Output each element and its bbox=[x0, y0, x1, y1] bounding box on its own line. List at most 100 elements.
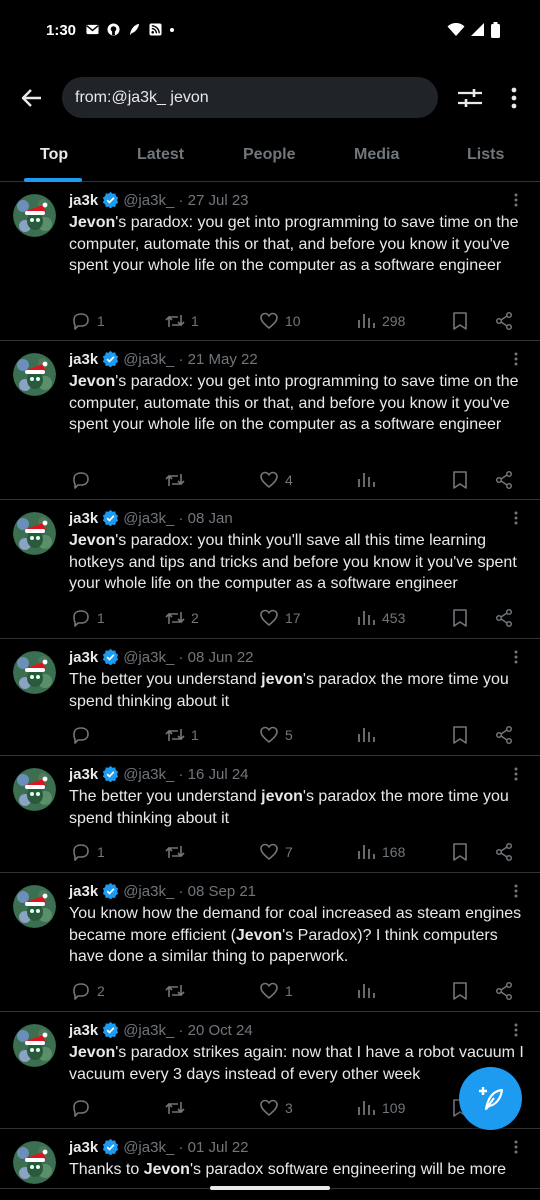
share-button[interactable] bbox=[494, 723, 514, 747]
author-name[interactable]: ja3k bbox=[69, 649, 98, 666]
avatar[interactable] bbox=[13, 194, 56, 237]
tweet-date[interactable]: · 08 Sep 21 bbox=[178, 883, 256, 900]
search-filters-button[interactable] bbox=[454, 82, 486, 114]
bookmark-button[interactable] bbox=[450, 468, 470, 492]
tweet-more-button[interactable] bbox=[508, 192, 524, 208]
author-handle[interactable]: @ja3k_ bbox=[123, 1022, 174, 1039]
reply-button[interactable] bbox=[71, 723, 97, 747]
author-name[interactable]: ja3k bbox=[69, 883, 98, 900]
tweet[interactable]: ja3k @ja3k_ · 20 Oct 24 Jevon's paradox st… bbox=[0, 1012, 540, 1129]
like-button[interactable]: 7 bbox=[259, 840, 293, 864]
views-button[interactable] bbox=[356, 468, 382, 492]
author-name[interactable]: ja3k bbox=[69, 510, 98, 527]
bookmark-button[interactable] bbox=[450, 309, 470, 333]
bookmark-button[interactable] bbox=[450, 723, 470, 747]
search-input[interactable]: from:@ja3k_ jevon bbox=[62, 77, 438, 118]
tweet-date[interactable]: · 16 Jul 24 bbox=[178, 766, 248, 783]
tweet[interactable]: ja3k @ja3k_ · 27 Jul 23 Jevon's paradox: y… bbox=[0, 182, 540, 341]
back-button[interactable] bbox=[16, 82, 48, 114]
tweet[interactable]: ja3k @ja3k_ · 21 May 22 Jevon's paradox: y… bbox=[0, 341, 540, 500]
bookmark-button[interactable] bbox=[450, 979, 470, 1003]
retweet-button[interactable]: 2 bbox=[165, 606, 199, 630]
share-button[interactable] bbox=[494, 606, 514, 630]
avatar[interactable] bbox=[13, 1141, 56, 1184]
reply-button[interactable]: 1 bbox=[71, 309, 105, 333]
like-button[interactable]: 10 bbox=[259, 309, 301, 333]
like-button[interactable]: 1 bbox=[259, 979, 293, 1003]
avatar[interactable] bbox=[13, 1024, 56, 1067]
tweet-date[interactable]: · 27 Jul 23 bbox=[178, 192, 248, 209]
reply-button[interactable]: 1 bbox=[71, 840, 105, 864]
bookmark-button[interactable] bbox=[450, 840, 470, 864]
author-handle[interactable]: @ja3k_ bbox=[123, 649, 174, 666]
tweet-date[interactable]: · 08 Jan bbox=[178, 510, 232, 527]
author-name[interactable]: ja3k bbox=[69, 192, 98, 209]
like-button[interactable]: 5 bbox=[259, 723, 293, 747]
reply-button[interactable]: 1 bbox=[71, 606, 105, 630]
author-name[interactable]: ja3k bbox=[69, 351, 98, 368]
share-button[interactable] bbox=[494, 309, 514, 333]
avatar[interactable] bbox=[13, 512, 56, 555]
author-name[interactable]: ja3k bbox=[69, 766, 98, 783]
tweet-date[interactable]: · 20 Oct 24 bbox=[178, 1022, 252, 1039]
retweet-button[interactable] bbox=[165, 979, 191, 1003]
retweet-button[interactable] bbox=[165, 468, 191, 492]
tweet-date[interactable]: · 08 Jun 22 bbox=[178, 649, 253, 666]
views-button[interactable]: 168 bbox=[356, 840, 405, 864]
author-handle[interactable]: @ja3k_ bbox=[123, 192, 174, 209]
like-button[interactable]: 3 bbox=[259, 1096, 293, 1120]
author-handle[interactable]: @ja3k_ bbox=[123, 510, 174, 527]
retweet-button[interactable] bbox=[165, 1096, 191, 1120]
tweet[interactable]: ja3k @ja3k_ · 01 Jul 22 Thanks to Jevon's … bbox=[0, 1129, 540, 1189]
tab-top[interactable]: Top bbox=[40, 146, 68, 164]
author-handle[interactable]: @ja3k_ bbox=[123, 766, 174, 783]
tweet[interactable]: ja3k @ja3k_ · 08 Jun 22 The better you und… bbox=[0, 639, 540, 756]
author-handle[interactable]: @ja3k_ bbox=[123, 883, 174, 900]
reply-button[interactable] bbox=[71, 468, 97, 492]
tweet-more-button[interactable] bbox=[508, 649, 524, 665]
avatar[interactable] bbox=[13, 885, 56, 928]
tab-media[interactable]: Media bbox=[354, 146, 399, 164]
tab-people[interactable]: People bbox=[243, 146, 295, 164]
tweet-more-button[interactable] bbox=[508, 883, 524, 899]
tweet[interactable]: ja3k @ja3k_ · 08 Jan Jevon's paradox: you … bbox=[0, 500, 540, 639]
views-button[interactable]: 109 bbox=[356, 1096, 405, 1120]
home-indicator[interactable] bbox=[210, 1186, 330, 1190]
tweet-more-button[interactable] bbox=[508, 510, 524, 526]
tweet-more-button[interactable] bbox=[508, 766, 524, 782]
reply-button[interactable] bbox=[71, 1096, 97, 1120]
share-button[interactable] bbox=[494, 468, 514, 492]
retweet-button[interactable] bbox=[165, 840, 191, 864]
avatar[interactable] bbox=[13, 651, 56, 694]
bookmark-button[interactable] bbox=[450, 606, 470, 630]
author-handle[interactable]: @ja3k_ bbox=[123, 351, 174, 368]
more-options-button[interactable] bbox=[500, 82, 528, 114]
retweet-button[interactable]: 1 bbox=[165, 309, 199, 333]
tweet[interactable]: ja3k @ja3k_ · 16 Jul 24 The better you und… bbox=[0, 756, 540, 873]
views-button[interactable] bbox=[356, 979, 382, 1003]
tab-lists[interactable]: Lists bbox=[467, 146, 504, 164]
retweet-button[interactable]: 1 bbox=[165, 723, 199, 747]
avatar[interactable] bbox=[13, 353, 56, 396]
view-count: 298 bbox=[382, 313, 406, 329]
views-button[interactable]: 298 bbox=[356, 309, 405, 333]
tweet-more-button[interactable] bbox=[508, 1022, 524, 1038]
views-button[interactable] bbox=[356, 723, 382, 747]
tweet-date[interactable]: · 01 Jul 22 bbox=[178, 1139, 248, 1156]
tweet-more-button[interactable] bbox=[508, 1139, 524, 1155]
compose-tweet-button[interactable] bbox=[459, 1067, 522, 1130]
author-handle[interactable]: @ja3k_ bbox=[123, 1139, 174, 1156]
tweet[interactable]: ja3k @ja3k_ · 08 Sep 21 You know how the d… bbox=[0, 873, 540, 1012]
tab-latest[interactable]: Latest bbox=[137, 146, 184, 164]
tweet-date[interactable]: · 21 May 22 bbox=[178, 351, 257, 368]
author-name[interactable]: ja3k bbox=[69, 1139, 98, 1156]
share-button[interactable] bbox=[494, 979, 514, 1003]
reply-button[interactable]: 2 bbox=[71, 979, 105, 1003]
author-name[interactable]: ja3k bbox=[69, 1022, 98, 1039]
like-button[interactable]: 4 bbox=[259, 468, 293, 492]
views-button[interactable]: 453 bbox=[356, 606, 405, 630]
tweet-more-button[interactable] bbox=[508, 351, 524, 367]
avatar[interactable] bbox=[13, 768, 56, 811]
share-button[interactable] bbox=[494, 840, 514, 864]
like-button[interactable]: 17 bbox=[259, 606, 301, 630]
